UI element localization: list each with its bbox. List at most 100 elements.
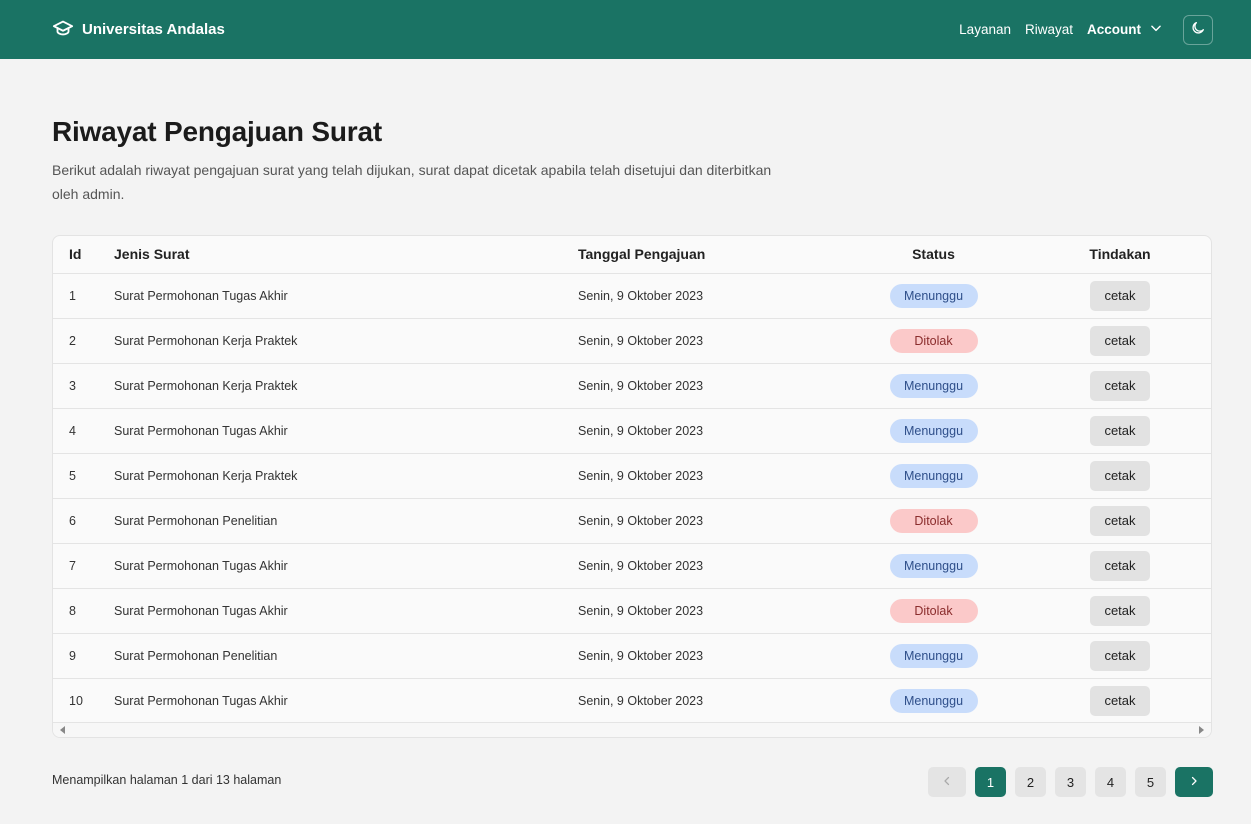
table-row: 3 Surat Permohonan Kerja Praktek Senin, 9 … xyxy=(53,362,1211,408)
theme-toggle-button[interactable] xyxy=(1183,14,1213,45)
moon-icon xyxy=(1190,20,1206,39)
cell-tindakan: cetak xyxy=(1029,272,1211,318)
table-row: 9 Surat Permohonan Penelitian Senin, 9 Okt… xyxy=(53,632,1211,678)
cetak-button[interactable]: cetak xyxy=(1090,550,1150,581)
chevron-right-icon xyxy=(1188,775,1200,790)
cell-id: 5 xyxy=(53,452,114,498)
column-header-tindakan: Tindakan xyxy=(1089,246,1151,263)
page-button-2[interactable]: 2 xyxy=(1015,767,1046,797)
cetak-button[interactable]: cetak xyxy=(1090,280,1150,311)
pagination-info: Menampilkan halaman 1 dari 13 halaman xyxy=(52,773,282,787)
history-table: Id Jenis Surat Tanggal Pengajuan Status … xyxy=(53,236,1211,723)
status-badge: Menunggu xyxy=(889,553,978,578)
cell-id: 8 xyxy=(53,587,114,633)
account-label: Account xyxy=(1087,22,1141,37)
status-badge: Menunggu xyxy=(889,643,978,668)
cell-jenis-surat: Surat Permohonan Tugas Akhir xyxy=(114,677,578,723)
cell-tindakan: cetak xyxy=(1029,677,1211,723)
cell-id: 1 xyxy=(53,272,114,318)
cetak-button[interactable]: cetak xyxy=(1090,415,1150,446)
status-badge: Menunggu xyxy=(889,373,978,398)
cetak-button[interactable]: cetak xyxy=(1090,370,1150,401)
cell-id: 9 xyxy=(53,632,114,678)
cetak-button[interactable]: cetak xyxy=(1090,640,1150,671)
cell-status: Menunggu xyxy=(838,542,1029,588)
cell-tindakan: cetak xyxy=(1029,542,1211,588)
column-header-id: Id xyxy=(69,246,82,263)
cell-status: Menunggu xyxy=(838,272,1029,318)
chevron-left-icon xyxy=(941,775,953,790)
cell-tanggal: Senin, 9 Oktober 2023 xyxy=(578,542,838,588)
cell-status: Menunggu xyxy=(838,677,1029,723)
cetak-button[interactable]: cetak xyxy=(1090,460,1150,491)
table-row: 2 Surat Permohonan Kerja Praktek Senin, 9 … xyxy=(53,317,1211,363)
cell-status: Menunggu xyxy=(838,362,1029,408)
cell-jenis-surat: Surat Permohonan Kerja Praktek xyxy=(114,452,578,498)
cell-tindakan: cetak xyxy=(1029,632,1211,678)
cetak-button[interactable]: cetak xyxy=(1090,685,1150,716)
cell-status: Menunggu xyxy=(838,407,1029,453)
nav-link-layanan[interactable]: Layanan xyxy=(959,22,1011,37)
cell-id: 4 xyxy=(53,407,114,453)
cell-jenis-surat: Surat Permohonan Tugas Akhir xyxy=(114,587,578,633)
status-badge: Menunggu xyxy=(889,688,978,713)
table-row: 10 Surat Permohonan Tugas Akhir Senin, 9 O… xyxy=(53,677,1211,723)
brand-link[interactable]: Universitas Andalas xyxy=(52,0,225,59)
horizontal-scrollbar[interactable] xyxy=(53,722,1211,737)
chevron-down-icon xyxy=(1149,21,1163,38)
history-table-container: Id Jenis Surat Tanggal Pengajuan Status … xyxy=(52,235,1212,738)
cell-jenis-surat: Surat Permohonan Tugas Akhir xyxy=(114,407,578,453)
next-page-button[interactable] xyxy=(1175,767,1213,797)
cell-id: 2 xyxy=(53,317,114,363)
cell-tanggal: Senin, 9 Oktober 2023 xyxy=(578,407,838,453)
cetak-button[interactable]: cetak xyxy=(1090,325,1150,356)
nav-menu: Layanan Riwayat Account xyxy=(959,0,1213,59)
cetak-button[interactable]: cetak xyxy=(1090,595,1150,626)
cell-status: Ditolak xyxy=(838,317,1029,363)
nav-link-riwayat[interactable]: Riwayat xyxy=(1025,22,1073,37)
table-row: 5 Surat Permohonan Kerja Praktek Senin, 9 … xyxy=(53,452,1211,498)
scroll-right-arrow-icon[interactable] xyxy=(1199,726,1204,734)
table-header-row: Id Jenis Surat Tanggal Pengajuan Status … xyxy=(53,236,1211,273)
graduation-cap-icon xyxy=(52,17,74,43)
cell-tindakan: cetak xyxy=(1029,362,1211,408)
cell-tanggal: Senin, 9 Oktober 2023 xyxy=(578,497,838,543)
page-button-4[interactable]: 4 xyxy=(1095,767,1126,797)
cell-tindakan: cetak xyxy=(1029,497,1211,543)
page-button-1[interactable]: 1 xyxy=(975,767,1006,797)
status-badge: Ditolak xyxy=(889,598,978,623)
cell-tanggal: Senin, 9 Oktober 2023 xyxy=(578,272,838,318)
cetak-button[interactable]: cetak xyxy=(1090,505,1150,536)
navbar: Universitas Andalas Layanan Riwayat Acco… xyxy=(0,0,1251,59)
column-header-jenis-surat: Jenis Surat xyxy=(114,246,190,263)
status-badge: Menunggu xyxy=(889,283,978,308)
cell-tindakan: cetak xyxy=(1029,407,1211,453)
prev-page-button[interactable] xyxy=(928,767,966,797)
status-badge: Menunggu xyxy=(889,418,978,443)
cell-status: Menunggu xyxy=(838,632,1029,678)
cell-tanggal: Senin, 9 Oktober 2023 xyxy=(578,317,838,363)
cell-id: 3 xyxy=(53,362,114,408)
cell-id: 10 xyxy=(53,677,114,723)
table-row: 4 Surat Permohonan Tugas Akhir Senin, 9 Ok… xyxy=(53,407,1211,453)
account-dropdown[interactable]: Account xyxy=(1087,21,1163,38)
cell-tanggal: Senin, 9 Oktober 2023 xyxy=(578,587,838,633)
cell-tanggal: Senin, 9 Oktober 2023 xyxy=(578,632,838,678)
pagination: 1 2 3 4 5 xyxy=(928,767,1213,797)
cell-jenis-surat: Surat Permohonan Kerja Praktek xyxy=(114,317,578,363)
column-header-tanggal: Tanggal Pengajuan xyxy=(578,246,706,263)
table-row: 6 Surat Permohonan Penelitian Senin, 9 Okt… xyxy=(53,497,1211,543)
cell-jenis-surat: Surat Permohonan Penelitian xyxy=(114,632,578,678)
page-button-5[interactable]: 5 xyxy=(1135,767,1166,797)
cell-jenis-surat: Surat Permohonan Tugas Akhir xyxy=(114,272,578,318)
page-button-3[interactable]: 3 xyxy=(1055,767,1086,797)
cell-tanggal: Senin, 9 Oktober 2023 xyxy=(578,362,838,408)
cell-tindakan: cetak xyxy=(1029,452,1211,498)
table-body: 1 Surat Permohonan Tugas Akhir Senin, 9 Ok… xyxy=(53,272,1211,723)
page-title: Riwayat Pengajuan Surat xyxy=(52,116,382,147)
scroll-left-arrow-icon[interactable] xyxy=(60,726,65,734)
status-badge: Ditolak xyxy=(889,508,978,533)
status-badge: Ditolak xyxy=(889,328,978,353)
cell-tindakan: cetak xyxy=(1029,587,1211,633)
cell-status: Ditolak xyxy=(838,587,1029,633)
